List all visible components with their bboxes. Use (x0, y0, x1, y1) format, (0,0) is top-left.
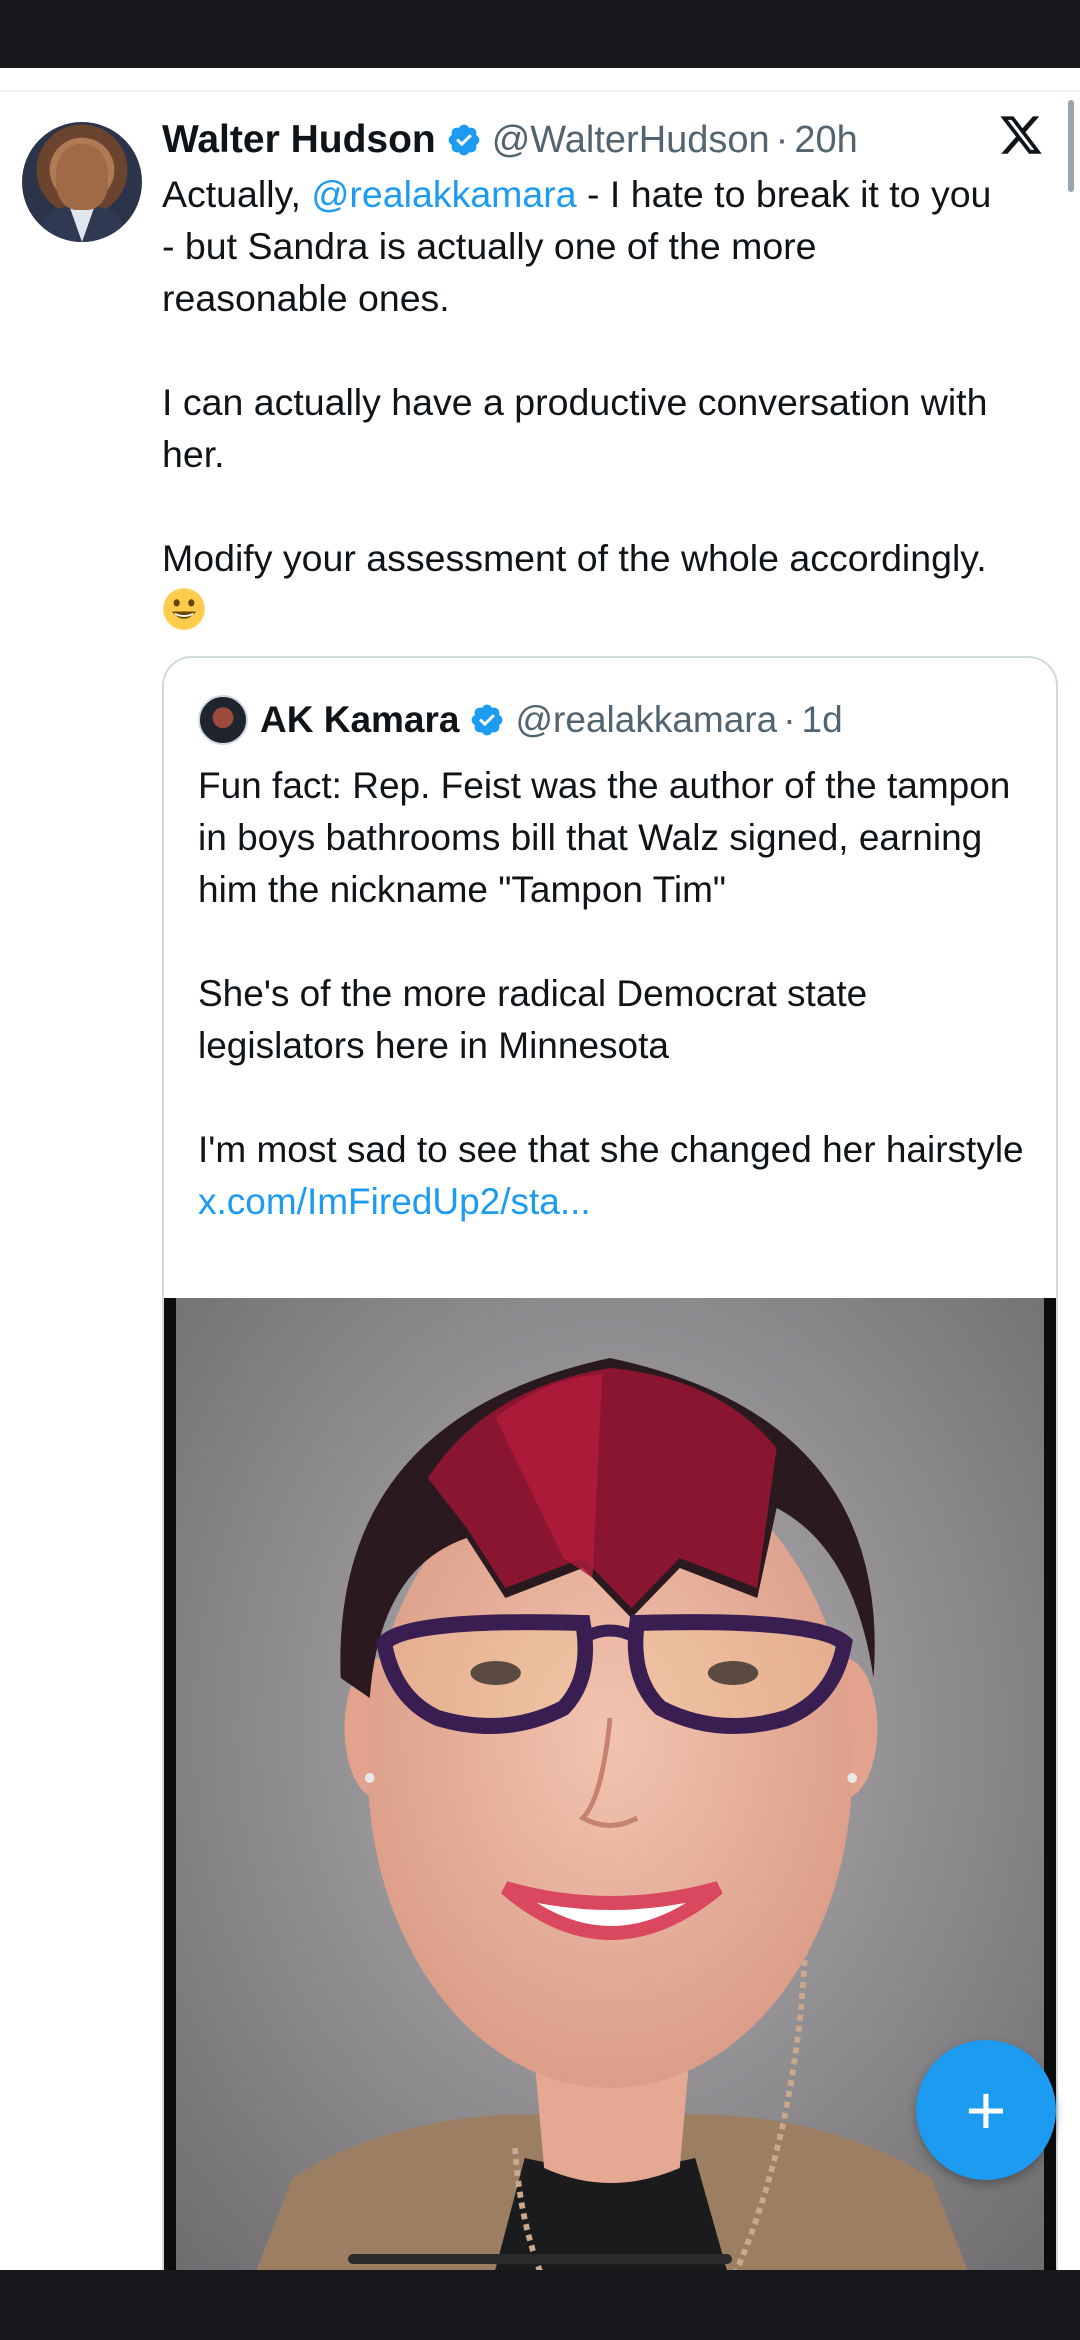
quoted-author-handle[interactable]: @realakkamara (515, 699, 777, 741)
quoted-tweet-body: Fun fact: Rep. Feist was the author of t… (198, 760, 1038, 1228)
grinning-face-emoji-icon (163, 588, 205, 630)
quoted-paragraph-3: I'm most sad to see that she changed her… (198, 1124, 1038, 1228)
tweet-paragraph-3: Modify your assessment of the whole acco… (162, 532, 1012, 636)
quoted-author-avatar[interactable] (198, 695, 248, 745)
home-indicator[interactable] (348, 2254, 732, 2264)
compose-fab-button[interactable]: + (916, 2040, 1056, 2180)
verified-badge-icon (472, 704, 503, 736)
quoted-tweet-header: AK Kamara @realakkamara · 1d (260, 691, 843, 749)
author-name[interactable]: Walter Hudson (162, 118, 436, 162)
quoted-paragraph-2: She's of the more radical Democrat state… (198, 973, 868, 1066)
separator-dot: · (775, 118, 789, 161)
top-divider (0, 90, 1080, 92)
portrait-illustration (176, 1298, 1044, 2340)
tweet-paragraph-1: Actually, @realakkamara - I hate to brea… (162, 168, 1012, 324)
x-logo-icon[interactable] (998, 112, 1044, 158)
scrollbar-thumb[interactable] (1068, 100, 1074, 192)
quoted-tweet-photo[interactable] (164, 1298, 1056, 2340)
tweet-text-closing: Modify your assessment of the whole acco… (162, 537, 987, 579)
tweet-timestamp[interactable]: 20h (794, 119, 857, 162)
author-avatar[interactable] (22, 122, 142, 242)
tweet-body: Actually, @realakkamara - I hate to brea… (162, 168, 1012, 636)
tweet-text-start: Actually, (162, 173, 312, 215)
tweet-header: Walter Hudson @WalterHudson · 20h (162, 112, 858, 168)
avatar-face (56, 144, 108, 210)
verified-badge-icon (448, 124, 480, 156)
navigation-bar (0, 2270, 1080, 2340)
quoted-tweet-timestamp[interactable]: 1d (802, 699, 843, 741)
quoted-paragraph-1: Fun fact: Rep. Feist was the author of t… (198, 765, 1011, 910)
author-handle[interactable]: @WalterHudson (492, 119, 770, 162)
status-bar (0, 0, 1080, 68)
mention-link[interactable]: @realakkamara (311, 173, 576, 215)
tweet-paragraph-2: I can actually have a productive convers… (162, 381, 988, 475)
quoted-url-link[interactable]: x.com/ImFiredUp2/sta... (198, 1181, 591, 1222)
quoted-text-closing: I'm most sad to see that she changed her… (198, 1129, 1024, 1170)
quoted-author-name[interactable]: AK Kamara (260, 699, 459, 741)
separator-dot: · (783, 699, 796, 740)
plus-icon: + (965, 2071, 1007, 2149)
